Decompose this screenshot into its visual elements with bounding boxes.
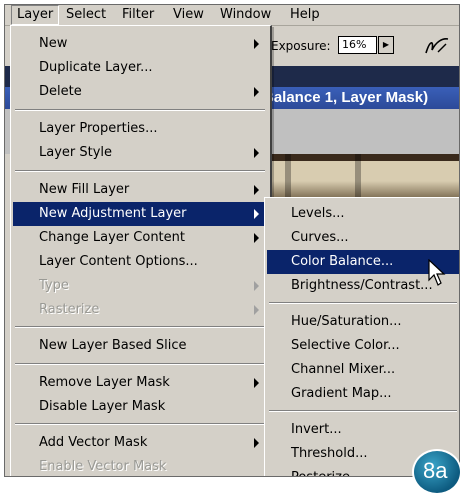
menu-item-add-vector-mask[interactable]: Add Vector Mask <box>13 431 267 455</box>
mouse-pointer-icon <box>428 259 446 286</box>
menu-item-layer-content-options[interactable]: Layer Content Options... <box>13 250 267 274</box>
menu-item-new-layer-based-slice[interactable]: New Layer Based Slice <box>13 334 267 358</box>
menu-item-new-fill-layer-label: New Fill Layer <box>39 182 130 197</box>
menu-view[interactable]: View <box>168 6 209 24</box>
menu-item-new-adjustment-layer-label: New Adjustment Layer <box>39 206 187 221</box>
submenu-arrow-icon <box>254 148 259 158</box>
menu-item-duplicate-layer[interactable]: Duplicate Layer... <box>13 56 267 80</box>
submenu-arrow-icon <box>254 185 259 195</box>
menu-separator <box>15 363 265 365</box>
menu-help[interactable]: Help <box>285 6 325 24</box>
menu-item-layer-style[interactable]: Layer Style <box>13 141 267 165</box>
submenu-item-invert[interactable]: Invert... <box>267 418 459 442</box>
menu-item-new-adjustment-layer[interactable]: New Adjustment Layer <box>13 202 267 226</box>
menu-item-add-vector-mask-label: Add Vector Mask <box>39 435 148 450</box>
menu-item-rasterize-label: Rasterize <box>39 302 100 317</box>
menu-bar: Layer Select Filter View Window Help <box>5 5 459 26</box>
menu-item-enable-vector-mask: Enable Vector Mask <box>39 459 167 474</box>
menu-separator <box>15 170 265 172</box>
submenu-item-gradient-map[interactable]: Gradient Map... <box>267 382 459 406</box>
submenu-item-curves[interactable]: Curves... <box>267 226 459 250</box>
layer-menu: New Duplicate Layer... Delete Layer Prop… <box>10 25 272 476</box>
submenu-item-hue-saturation[interactable]: Hue/Saturation... <box>267 310 459 334</box>
screenshot-frame: Layer Select Filter View Window Help Exp… <box>4 4 460 477</box>
menu-item-disable-layer-mask[interactable]: Disable Layer Mask <box>13 395 267 419</box>
airbrush-icon[interactable] <box>424 36 450 56</box>
submenu-item-channel-mixer[interactable]: Channel Mixer... <box>267 358 459 382</box>
menu-item-new-fill-layer[interactable]: New Fill Layer <box>13 178 267 202</box>
menu-window[interactable]: Window <box>215 6 276 24</box>
menu-item-remove-layer-mask-label: Remove Layer Mask <box>39 375 170 390</box>
exposure-input[interactable]: 16% <box>338 36 377 54</box>
menu-item-type-label: Type <box>39 278 69 293</box>
submenu-arrow-icon <box>254 281 259 291</box>
menu-separator <box>269 410 457 412</box>
menu-separator <box>269 302 457 304</box>
submenu-arrow-icon <box>254 39 259 49</box>
menu-select[interactable]: Select <box>61 6 111 24</box>
menu-filter[interactable]: Filter <box>117 6 159 24</box>
menu-item-new-label: New <box>39 36 68 51</box>
submenu-item-levels[interactable]: Levels... <box>267 202 459 226</box>
submenu-arrow-icon <box>254 209 259 219</box>
exposure-arrow-button[interactable]: ▶ <box>378 36 394 54</box>
step-badge: 8a <box>412 449 462 495</box>
menu-item-layer-properties[interactable]: Layer Properties... <box>13 117 267 141</box>
submenu-arrow-icon <box>254 438 259 448</box>
submenu-arrow-icon <box>254 378 259 388</box>
adjustment-layer-submenu: Levels... Curves... Color Balance... Bri… <box>264 197 459 476</box>
menu-item-type: Type <box>13 274 267 298</box>
menu-separator <box>15 423 265 425</box>
submenu-arrow-icon <box>254 87 259 97</box>
menu-layer[interactable]: Layer <box>11 5 60 25</box>
menu-item-layer-style-label: Layer Style <box>39 145 113 160</box>
submenu-arrow-icon <box>254 233 259 243</box>
menu-separator <box>15 109 265 111</box>
menu-item-change-layer-content[interactable]: Change Layer Content <box>13 226 267 250</box>
submenu-item-selective-color[interactable]: Selective Color... <box>267 334 459 358</box>
document-image <box>255 154 459 199</box>
menu-item-delete[interactable]: Delete <box>13 80 267 104</box>
exposure-label: Exposure: <box>271 39 331 53</box>
menu-item-rasterize: Rasterize <box>13 298 267 322</box>
menu-separator <box>15 326 265 328</box>
submenu-arrow-icon <box>254 305 259 315</box>
menu-item-remove-layer-mask[interactable]: Remove Layer Mask <box>13 371 267 395</box>
menu-item-change-layer-content-label: Change Layer Content <box>39 230 185 245</box>
document-title: Balance 1, Layer Mask) <box>263 89 429 106</box>
menu-item-delete-label: Delete <box>39 84 82 99</box>
menu-item-new[interactable]: New <box>13 32 267 56</box>
